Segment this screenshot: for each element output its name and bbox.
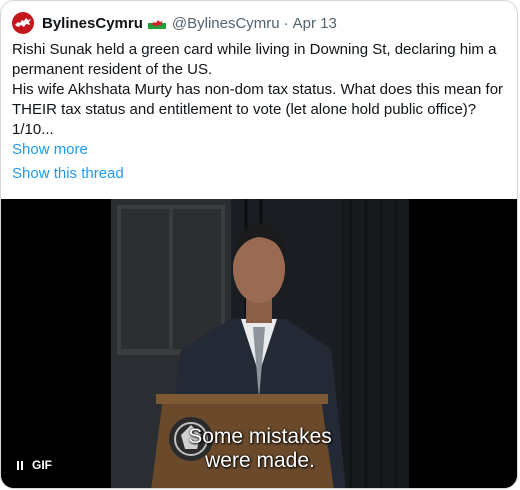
tweet-header: BylinesCymru @BylinesCymru · Apr 13 [12,12,337,34]
show-more-link[interactable]: Show more [12,140,88,160]
pause-icon [17,460,23,470]
subtitle-line-1: Some mistakes [188,425,332,448]
author-handle[interactable]: @BylinesCymru [172,15,280,32]
wales-flag-icon [147,17,166,29]
tweet-card[interactable]: BylinesCymru @BylinesCymru · Apr 13 Rish… [0,0,518,489]
tweet-text: Rishi Sunak held a green card while livi… [12,40,512,140]
avatar[interactable] [12,12,34,34]
show-thread-link[interactable]: Show this thread [12,164,124,184]
dragon-logo-icon [15,18,31,27]
tweet-text-line: His wife Akhshata Murty has non-dom tax … [12,81,504,138]
tweet-text-line: Rishi Sunak held a green card while livi… [12,41,497,78]
subtitle-line-2: were made. [205,449,315,472]
author-display-name[interactable]: BylinesCymru [42,15,143,32]
tweet-date[interactable]: Apr 13 [293,15,337,32]
gif-label: GIF [32,458,52,472]
gif-media[interactable]: Some mistakes were made. GIF [1,199,517,488]
gif-pause-button[interactable]: GIF [17,458,52,472]
separator-dot: · [283,14,289,32]
